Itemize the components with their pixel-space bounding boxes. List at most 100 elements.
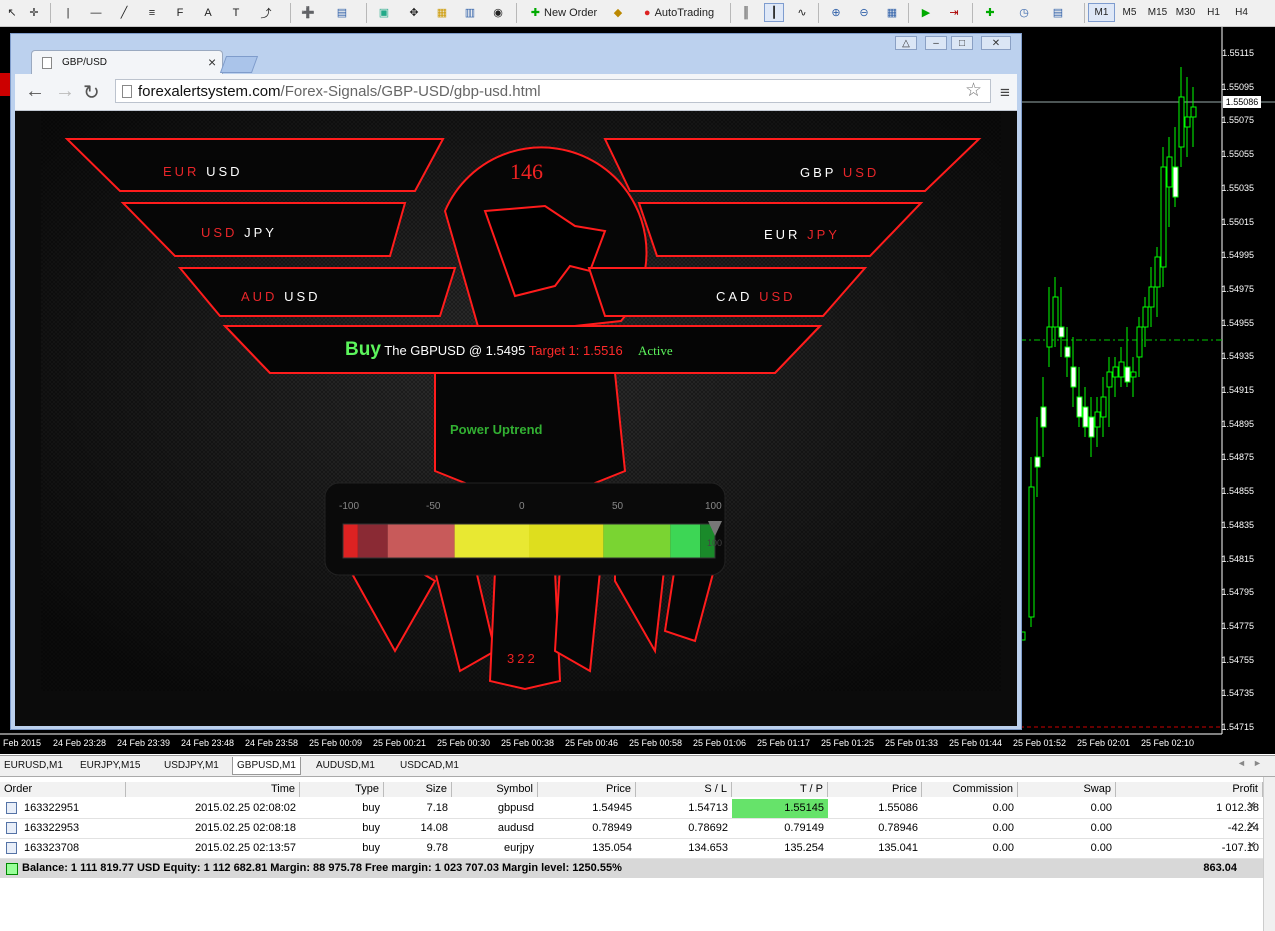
zoom-out-icon[interactable]: ⊖ xyxy=(854,3,874,22)
timeframe-m30[interactable]: M30 xyxy=(1172,3,1199,22)
back-icon[interactable]: ← xyxy=(25,80,45,103)
timeframe-h4[interactable]: H4 xyxy=(1228,3,1255,22)
close-order-icon[interactable]: ✕ xyxy=(1247,819,1256,832)
column-header[interactable]: Commission xyxy=(922,782,1018,797)
tile-windows-icon[interactable]: ▦ xyxy=(882,3,902,22)
timeframe-h1[interactable]: H1 xyxy=(1200,3,1227,22)
order-cell: 0.00 xyxy=(992,842,1014,854)
close-window-button[interactable]: ✕ xyxy=(981,36,1011,50)
order-cell: 1.54945 xyxy=(592,802,632,814)
trendline-icon[interactable]: ╱ xyxy=(114,3,134,22)
new-tab-button[interactable] xyxy=(219,56,259,73)
crosshair-icon[interactable]: ✛ xyxy=(24,3,44,22)
order-cell: 1.54713 xyxy=(688,802,728,814)
candle-body xyxy=(1142,306,1149,328)
label-tool-icon[interactable]: T xyxy=(226,3,246,22)
chart-shift-icon[interactable]: ⇥ xyxy=(944,3,964,22)
pair-quote: JPY xyxy=(807,227,840,242)
trend-label: Power Uptrend xyxy=(450,422,543,437)
time-tick: 25 Feb 00:38 xyxy=(501,738,555,748)
arrows-tool-icon[interactable]: ⤴ xyxy=(256,3,276,22)
user-icon[interactable]: △ xyxy=(895,36,917,50)
chart-tab-audusd-m1[interactable]: AUDUSD,M1 xyxy=(312,757,379,774)
forward-icon[interactable]: → xyxy=(55,80,75,103)
fibonacci-icon[interactable]: F xyxy=(170,3,190,22)
data-window-icon[interactable]: ▦ xyxy=(432,3,452,22)
toolbar-separator xyxy=(818,3,819,23)
tester-icon[interactable]: ◉ xyxy=(488,3,508,22)
chart-tab-usdcad-m1[interactable]: USDCAD,M1 xyxy=(396,757,463,774)
navigator-icon[interactable]: ✥ xyxy=(404,3,424,22)
line-chart-icon[interactable]: ∿ xyxy=(792,3,812,22)
close-order-icon[interactable]: ✕ xyxy=(1247,799,1256,812)
column-header[interactable]: Profit xyxy=(1116,782,1263,797)
pair-quote: USD xyxy=(206,164,243,179)
new-order-button[interactable]: ✚ New Order xyxy=(524,3,604,22)
browser-menu-icon[interactable]: ≡ xyxy=(1000,83,1010,103)
page-icon xyxy=(122,85,132,98)
maximize-button[interactable]: □ xyxy=(951,36,973,50)
column-header[interactable]: Symbol xyxy=(452,782,538,797)
timeframe-m1[interactable]: M1 xyxy=(1088,3,1115,22)
browser-tab[interactable]: GBP/USD × xyxy=(31,50,223,75)
balance-summary: Balance: 1 111 819.77 USD Equity: 1 112 … xyxy=(22,862,622,874)
order-row[interactable]: 163323708 2015.02.25 02:13:57 buy 9.78 eurjp… xyxy=(0,839,1263,859)
cursor-icon[interactable]: ↖ xyxy=(2,3,22,22)
pair-label: USD JPY xyxy=(201,225,277,240)
reload-icon[interactable]: ↻ xyxy=(83,80,100,105)
horizontal-line-icon[interactable]: — xyxy=(86,3,106,22)
minimize-button[interactable]: – xyxy=(925,36,947,50)
address-bar[interactable]: forexalertsystem.com/Forex-Signals/GBP-U… xyxy=(115,79,991,103)
templates-icon[interactable]: ▤ xyxy=(1048,3,1068,22)
column-header[interactable]: Price xyxy=(828,782,922,797)
column-header[interactable]: Size xyxy=(384,782,452,797)
timeframe-m15[interactable]: M15 xyxy=(1144,3,1171,22)
close-tab-icon[interactable]: × xyxy=(208,54,216,70)
time-tick: 25 Feb 01:44 xyxy=(949,738,1003,748)
indicators-icon[interactable]: ✚ xyxy=(980,3,1000,22)
tabs-scroll-left-icon[interactable]: ◄ xyxy=(1237,758,1246,768)
column-header[interactable]: T / P xyxy=(732,782,828,797)
gauge-segment xyxy=(603,524,671,558)
candle-body xyxy=(1184,116,1191,128)
column-header[interactable]: Order xyxy=(0,782,126,797)
bookmark-star-icon[interactable]: ☆ xyxy=(965,79,982,102)
vertical-line-icon[interactable]: | xyxy=(58,3,78,22)
price-tick: 1.54975 xyxy=(1221,283,1254,294)
order-cell: -107.10 xyxy=(1221,842,1259,854)
column-header[interactable]: Swap xyxy=(1018,782,1116,797)
metaeditor-icon[interactable]: ◆ xyxy=(608,3,628,22)
bar-chart-icon[interactable]: ║ xyxy=(736,3,756,22)
autotrading-button[interactable]: ● AutoTrading xyxy=(634,3,724,22)
tabs-scroll-right-icon[interactable]: ► xyxy=(1253,758,1262,768)
column-header[interactable]: Time xyxy=(126,782,300,797)
autoscroll-icon[interactable]: ▶ xyxy=(916,3,936,22)
periods-icon[interactable]: ◷ xyxy=(1014,3,1034,22)
close-order-icon[interactable]: ✕ xyxy=(1247,839,1256,852)
channel-icon[interactable]: ≡ xyxy=(142,3,162,22)
market-watch-icon[interactable]: ▣ xyxy=(374,3,394,22)
chart-tab-usdjpy-m1[interactable]: USDJPY,M1 xyxy=(160,757,223,774)
order-cell: buy xyxy=(362,802,380,814)
order-cell: 0.00 xyxy=(992,822,1014,834)
column-header[interactable]: Type xyxy=(300,782,384,797)
order-row[interactable]: 163322953 2015.02.25 02:08:18 buy 14.08 audu… xyxy=(0,819,1263,839)
terminal-icon[interactable]: ▥ xyxy=(460,3,480,22)
profiles-icon[interactable]: ▤ xyxy=(332,3,352,22)
zoom-in-icon[interactable]: ⊕ xyxy=(826,3,846,22)
candlestick-icon[interactable]: ┃ xyxy=(764,3,784,22)
column-header[interactable]: Price xyxy=(538,782,636,797)
column-header[interactable]: S / L xyxy=(636,782,732,797)
total-profit: 863.04 xyxy=(1203,862,1237,874)
chart-tab-eurjpy-m15[interactable]: EURJPY,M15 xyxy=(76,757,144,774)
text-tool-icon[interactable]: A xyxy=(198,3,218,22)
chart-tab-gbpusd-m1[interactable]: GBPUSD,M1 xyxy=(232,757,301,775)
price-tick: 1.54875 xyxy=(1221,452,1254,463)
new-chart-icon[interactable]: ➕ xyxy=(298,3,318,22)
terminal-scrollbar[interactable] xyxy=(1263,777,1275,931)
toolbar-separator xyxy=(290,3,291,23)
chart-tab-eurusd-m1[interactable]: EURUSD,M1 xyxy=(0,757,67,774)
order-cell: 0.78692 xyxy=(688,822,728,834)
timeframe-m5[interactable]: M5 xyxy=(1116,3,1143,22)
order-row[interactable]: 163322951 2015.02.25 02:08:02 buy 7.18 gbpus… xyxy=(0,799,1263,819)
